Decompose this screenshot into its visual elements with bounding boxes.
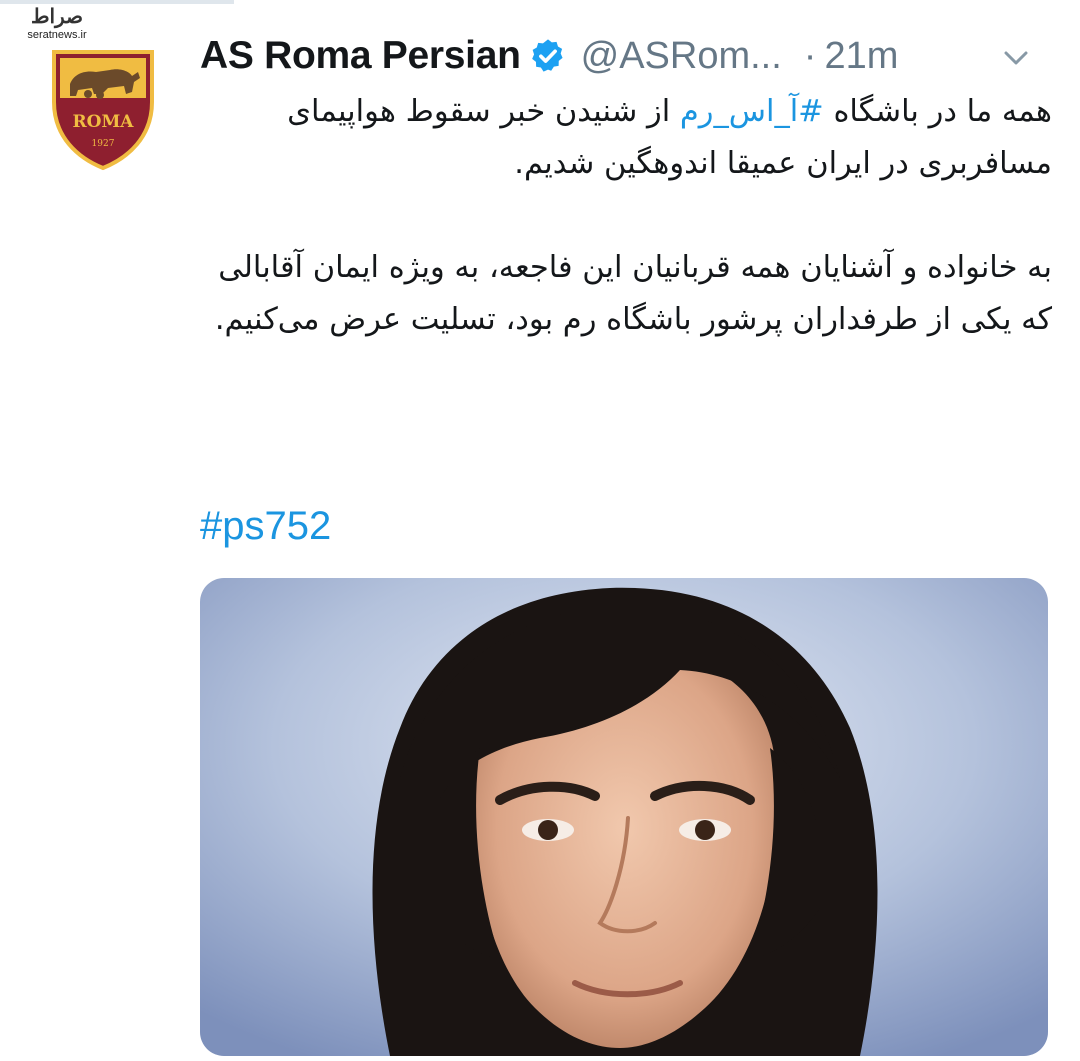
tweet-text: همه ما در باشگاه #آ_اس_رم از شنیدن خبر س… xyxy=(200,86,1052,346)
avatar[interactable]: ROMA 1927 xyxy=(48,42,158,172)
tweet-photo[interactable] xyxy=(200,578,1048,1056)
tweet-paragraph-1: همه ما در باشگاه #آ_اس_رم از شنیدن خبر س… xyxy=(200,86,1052,190)
crest-text: ROMA xyxy=(73,112,135,132)
portrait-photo xyxy=(200,578,1048,1056)
crest-year: 1927 xyxy=(92,139,115,149)
chevron-down-icon[interactable] xyxy=(1000,42,1032,74)
verified-badge-icon xyxy=(529,37,567,75)
roma-crest-icon: ROMA 1927 xyxy=(52,50,154,171)
display-name[interactable]: AS Roma Persian xyxy=(200,34,521,78)
watermark-logo: صراط xyxy=(30,4,84,28)
tweet-header: AS Roma Persian @ASRom... · 21m xyxy=(200,28,1060,84)
tweet-screenshot: صراط seratnews.ir ROMA 1927 AS Roma Pers… xyxy=(0,0,1080,1061)
user-handle[interactable]: @ASRom... xyxy=(581,35,782,78)
hashtag-link[interactable]: #آ_اس_رم xyxy=(680,94,824,129)
timestamp[interactable]: 21m xyxy=(824,35,898,78)
tweet-paragraph-2: به خانواده و آشنایان همه قربانیان این فا… xyxy=(214,250,1052,337)
watermark-url: seratnews.ir xyxy=(27,29,87,41)
separator-dot: · xyxy=(803,34,817,77)
paragraph1-text-before: همه ما در باشگاه xyxy=(833,94,1052,129)
hashtag-ps752-link[interactable]: #ps752 xyxy=(200,504,331,549)
